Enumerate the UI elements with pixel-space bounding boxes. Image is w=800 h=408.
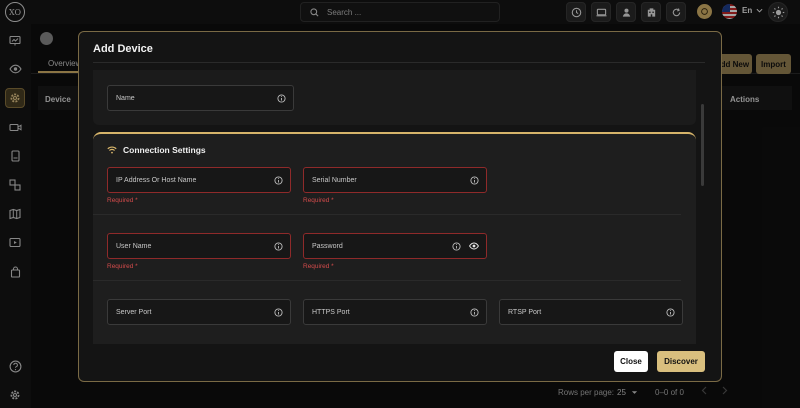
connection-settings-header: Connection Settings <box>107 145 206 155</box>
info-icon[interactable] <box>666 307 675 317</box>
ip-address-field-label: IP Address Or Host Name <box>116 176 197 184</box>
info-icon[interactable] <box>274 307 283 317</box>
serial-number-error: Required * <box>303 197 334 204</box>
ip-address-field[interactable]: IP Address Or Host Name <box>107 167 291 193</box>
ip-address-error: Required * <box>107 197 138 204</box>
https-port-field[interactable]: HTTPS Port <box>303 299 487 325</box>
add-device-dialog: Add Device Name Connection Settings IP A… <box>78 31 722 382</box>
username-field-label: User Name <box>116 242 152 250</box>
dialog-title: Add Device <box>93 43 153 55</box>
serial-number-field[interactable]: Serial Number <box>303 167 487 193</box>
server-port-field-label: Server Port <box>116 308 152 316</box>
connection-settings-title: Connection Settings <box>123 145 206 155</box>
server-port-field[interactable]: Server Port <box>107 299 291 325</box>
section-divider <box>93 214 681 215</box>
rtsp-port-field[interactable]: RTSP Port <box>499 299 683 325</box>
dialog-divider <box>93 62 705 63</box>
serial-number-field-label: Serial Number <box>312 176 357 184</box>
close-button[interactable]: Close <box>614 351 648 372</box>
info-icon[interactable] <box>274 175 283 185</box>
username-error: Required * <box>107 263 138 270</box>
username-field[interactable]: User Name <box>107 233 291 259</box>
name-field-label: Name <box>116 94 135 102</box>
info-icon[interactable] <box>277 93 286 103</box>
name-field[interactable]: Name <box>107 85 294 111</box>
rtsp-port-field-label: RTSP Port <box>508 308 542 316</box>
password-field[interactable]: Password <box>303 233 487 259</box>
https-port-field-label: HTTPS Port <box>312 308 350 316</box>
app-root: XO En <box>0 0 800 408</box>
wifi-icon <box>107 146 117 154</box>
password-field-label: Password <box>312 242 343 250</box>
dialog-scrollbar[interactable] <box>701 104 704 186</box>
section-divider <box>93 280 681 281</box>
info-icon[interactable] <box>274 241 283 251</box>
info-icon[interactable] <box>470 175 479 185</box>
discover-button[interactable]: Discover <box>657 351 705 372</box>
password-error: Required * <box>303 263 334 270</box>
info-icon[interactable] <box>470 307 479 317</box>
eye-icon[interactable] <box>469 242 479 250</box>
info-icon[interactable] <box>452 241 461 251</box>
